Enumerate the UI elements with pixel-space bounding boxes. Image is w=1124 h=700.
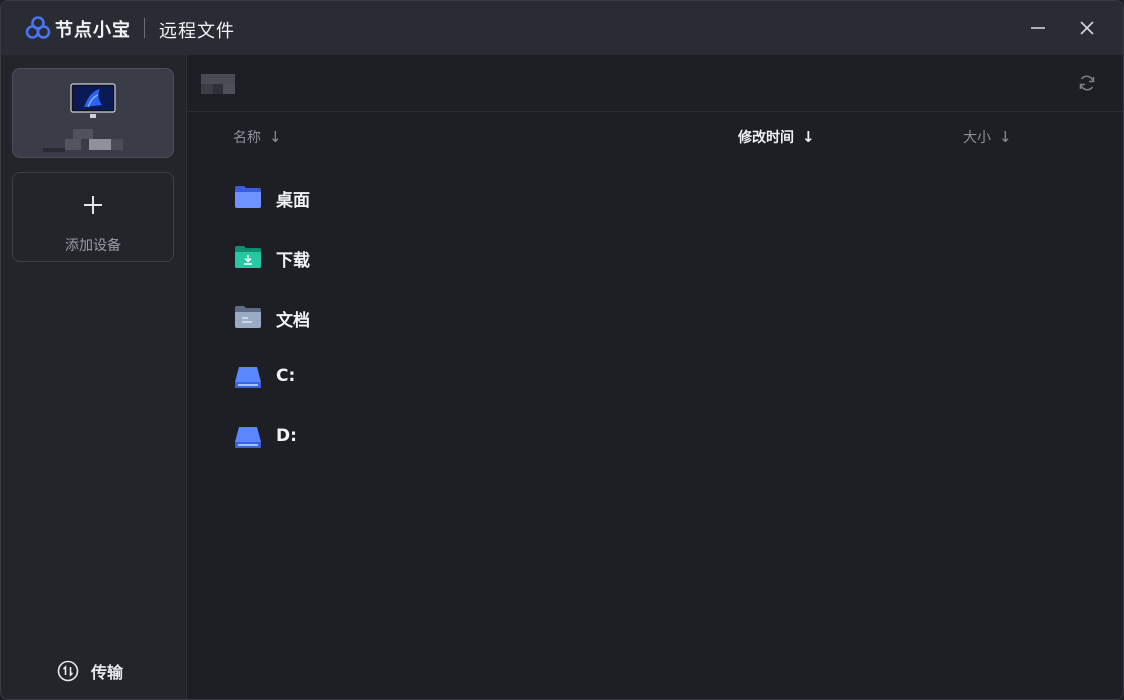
column-modified-label: 修改时间 — [738, 130, 794, 146]
file-list: 桌面 下载 文档 C: D: — [187, 167, 1123, 467]
sort-down-icon: ↓ — [269, 128, 282, 146]
title-divider — [144, 18, 145, 38]
path-toolbar — [187, 55, 1123, 112]
window-title: 远程文件 — [159, 21, 235, 42]
device-sidebar: 添加设备 传输 — [1, 55, 187, 699]
column-name-label: 名称 — [233, 130, 261, 146]
file-name: C: — [276, 366, 296, 386]
refresh-icon[interactable] — [1077, 73, 1097, 93]
folder-desktop-icon — [235, 186, 261, 208]
table-header: 名称 ↓ 修改时间 ↓ 大小 ↓ — [187, 127, 1123, 151]
transfer-icon — [57, 660, 79, 682]
table-row[interactable]: 文档 — [187, 287, 1123, 347]
minimize-icon[interactable] — [1027, 17, 1049, 39]
file-name: 文档 — [276, 311, 310, 331]
add-device-label: 添加设备 — [65, 238, 121, 254]
plus-icon — [84, 196, 102, 214]
file-name: 下载 — [276, 251, 310, 271]
column-modified-header[interactable]: 修改时间 ↓ — [738, 127, 815, 147]
current-path-redacted — [201, 74, 235, 94]
sort-down-icon: ↓ — [999, 128, 1012, 146]
column-size-header[interactable]: 大小 ↓ — [963, 127, 1012, 147]
device-name-redacted — [43, 129, 143, 152]
sort-down-icon: ↓ — [802, 128, 815, 146]
table-row[interactable]: 下载 — [187, 227, 1123, 287]
transfer-label: 传输 — [91, 663, 124, 682]
add-device-button[interactable]: 添加设备 — [12, 172, 174, 262]
column-name-header[interactable]: 名称 ↓ — [233, 127, 282, 147]
app-logo-icon — [25, 16, 51, 39]
remote-files-window: 节点小宝 远程文件 添加设备 传输 名称 ↓ 修改时间 ↓ 大小 ↓ 桌面 下载… — [0, 0, 1124, 700]
device-card-selected[interactable] — [12, 68, 174, 158]
file-name: D: — [276, 426, 297, 446]
column-size-label: 大小 — [963, 130, 991, 146]
file-name: 桌面 — [276, 191, 310, 211]
computer-monitor-icon — [70, 83, 116, 118]
close-icon[interactable] — [1076, 17, 1098, 39]
table-row[interactable]: D: — [187, 407, 1123, 467]
folder-documents-icon — [235, 306, 261, 328]
title-bar: 节点小宝 远程文件 — [1, 1, 1123, 55]
file-browser: 名称 ↓ 修改时间 ↓ 大小 ↓ 桌面 下载 文档 C: D: — [187, 55, 1123, 699]
table-row[interactable]: 桌面 — [187, 167, 1123, 227]
app-name: 节点小宝 — [55, 20, 131, 41]
drive-icon — [235, 367, 261, 388]
drive-icon — [235, 427, 261, 448]
table-row[interactable]: C: — [187, 347, 1123, 407]
transfer-button[interactable]: 传输 — [57, 659, 123, 683]
folder-download-icon — [235, 246, 261, 268]
